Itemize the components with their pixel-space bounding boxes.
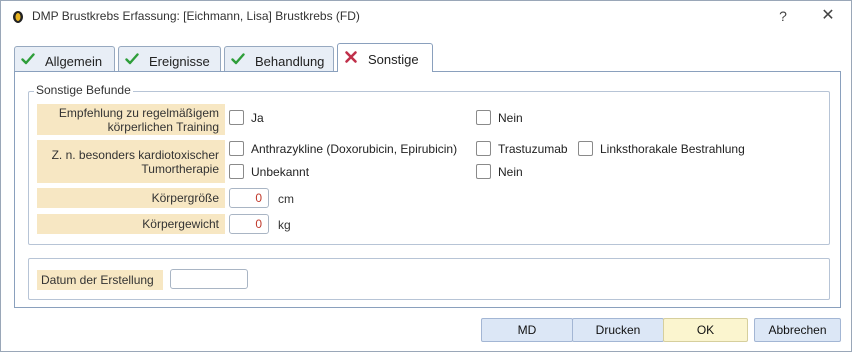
help-button[interactable]: ? (768, 5, 798, 27)
ok-button[interactable]: OK (663, 318, 748, 342)
close-button[interactable]: ✕ (813, 5, 843, 27)
datum-label-text: Datum der Erstellung (41, 273, 154, 287)
groesse-unit: cm (278, 192, 294, 206)
check-icon (125, 53, 139, 65)
unbekannt-label: Unbekannt (251, 165, 310, 179)
kardio-label-line1: Z. n. besonders kardiotoxischer (51, 147, 219, 162)
sonstige-befunde-group: Sonstige Befunde Empfehlung zu regelmäßi… (28, 83, 830, 245)
datum-input[interactable] (170, 269, 248, 289)
training-nein-checkbox[interactable] (476, 110, 491, 125)
gewicht-unit: kg (278, 218, 291, 232)
datum-label: Datum der Erstellung (37, 270, 163, 290)
training-label-line1: Empfehlung zu regelmäßigem (58, 105, 219, 120)
check-icon (21, 53, 35, 65)
trastuzumab-checkbox[interactable] (476, 141, 491, 156)
datum-group: Datum der Erstellung (28, 258, 830, 300)
title-bar: DMP Brustkrebs Erfassung: [Eichmann, Lis… (1, 1, 851, 32)
cross-icon (345, 51, 357, 63)
groesse-input[interactable]: 0 (229, 188, 269, 208)
tab-ereignisse[interactable]: Ereignisse (118, 46, 221, 72)
kardio-nein-label: Nein (498, 165, 523, 179)
training-ja-label: Ja (251, 111, 264, 125)
training-nein-label: Nein (498, 111, 523, 125)
dialog-window: DMP Brustkrebs Erfassung: [Eichmann, Lis… (0, 0, 852, 352)
kardio-label-line2: Tumortherapie (141, 161, 219, 176)
abbrechen-button[interactable]: Abbrechen (754, 318, 841, 342)
anthrazykline-label: Anthrazykline (Doxorubicin, Epirubicin) (251, 142, 458, 156)
md-button[interactable]: MD (481, 318, 573, 342)
window-title: DMP Brustkrebs Erfassung: [Eichmann, Lis… (32, 9, 360, 23)
trastuzumab-label: Trastuzumab (498, 142, 568, 156)
gewicht-label: Körpergewicht (37, 214, 225, 234)
training-label: Empfehlung zu regelmäßigem körperlichen … (37, 104, 225, 135)
linksthorakal-checkbox[interactable] (578, 141, 593, 156)
training-ja-checkbox[interactable] (229, 110, 244, 125)
group-title: Sonstige Befunde (34, 83, 133, 97)
check-icon (231, 53, 245, 65)
tab-label: Behandlung (255, 54, 325, 69)
anthrazykline-checkbox[interactable] (229, 141, 244, 156)
kardio-nein-checkbox[interactable] (476, 164, 491, 179)
gewicht-label-text: Körpergewicht (142, 217, 219, 231)
groesse-label: Körpergröße (37, 188, 225, 208)
tab-behandlung[interactable]: Behandlung (224, 46, 334, 72)
training-label-line2: körperlichen Training (107, 119, 219, 134)
unbekannt-checkbox[interactable] (229, 164, 244, 179)
tab-panel-sonstige: Sonstige Befunde Empfehlung zu regelmäßi… (14, 71, 841, 308)
app-logo-icon (13, 11, 23, 23)
drucken-button[interactable]: Drucken (572, 318, 664, 342)
tab-label: Sonstige (368, 52, 419, 67)
kardio-label: Z. n. besonders kardiotoxischer Tumorthe… (37, 140, 225, 183)
groesse-label-text: Körpergröße (151, 191, 219, 205)
linksthorakal-label: Linksthorakale Bestrahlung (600, 142, 745, 156)
gewicht-input[interactable]: 0 (229, 214, 269, 234)
tab-label: Ereignisse (149, 54, 210, 69)
tab-sonstige[interactable]: Sonstige (337, 43, 433, 72)
tab-allgemein[interactable]: Allgemein (14, 46, 115, 72)
tab-label: Allgemein (45, 54, 103, 69)
